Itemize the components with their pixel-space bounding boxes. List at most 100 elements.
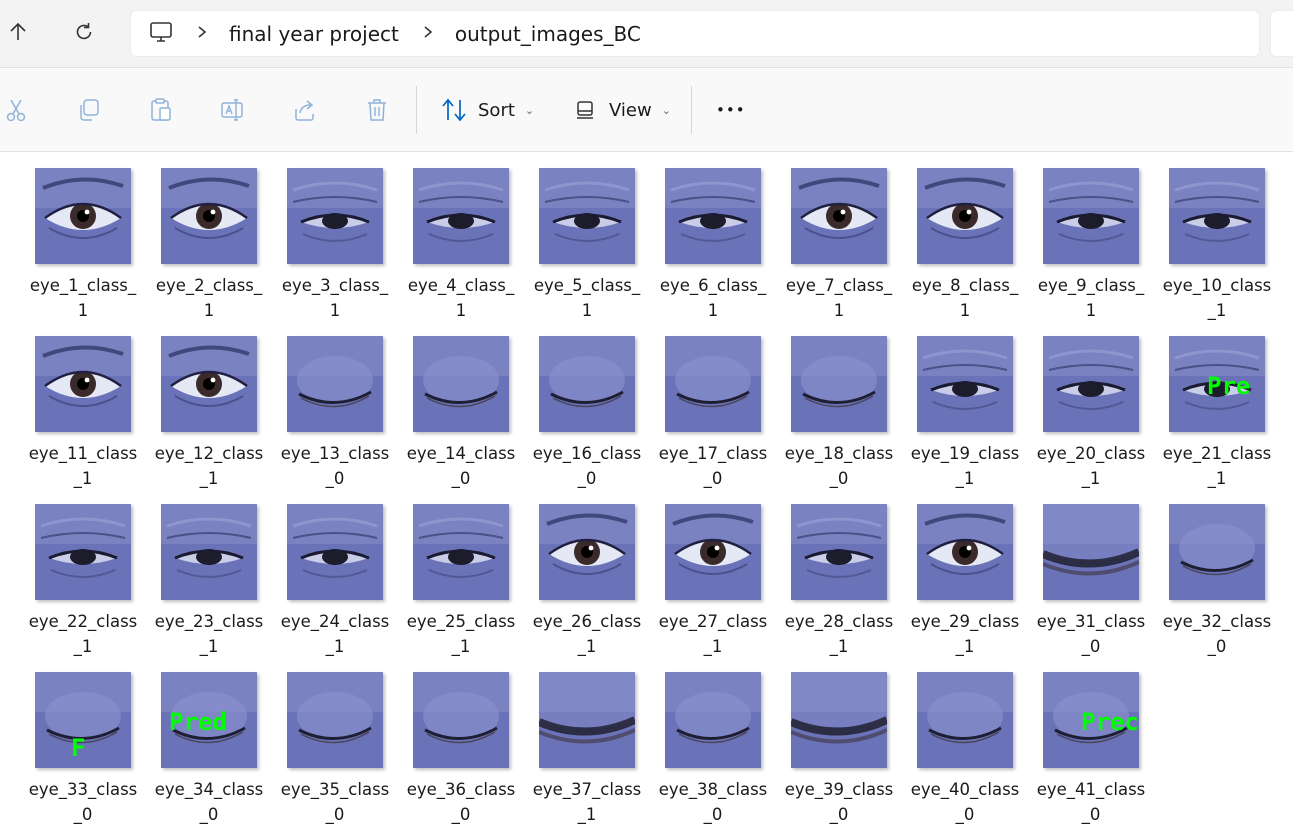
file-item[interactable]: eye_36_class _0 [404,657,530,825]
file-name[interactable]: eye_33_class _0 [26,777,140,827]
file-item[interactable]: eye_16_class _0 [530,321,656,489]
trash-icon[interactable] [361,94,393,126]
share-icon[interactable] [289,94,321,126]
file-name[interactable]: eye_5_class_ 1 [530,273,644,323]
file-thumbnail[interactable] [35,336,131,432]
file-item[interactable]: eye_31_class _0 [1034,489,1160,657]
file-item[interactable]: eye_10_class _1 [1160,153,1286,321]
view-icon[interactable] [570,94,602,126]
file-name[interactable]: eye_7_class_ 1 [782,273,896,323]
file-name[interactable]: eye_29_class _1 [908,609,1022,659]
file-thumbnail[interactable] [917,336,1013,432]
file-thumbnail[interactable] [161,168,257,264]
file-item[interactable]: eye_8_class_ 1 [908,153,1034,321]
breadcrumb-segment[interactable]: final year project [229,22,399,46]
file-item[interactable]: eye_38_class _0 [656,657,782,825]
more-options-icon[interactable]: ••• [716,98,746,122]
view-button[interactable]: View ⌄ [609,98,671,122]
file-item[interactable]: eye_26_class _1 [530,489,656,657]
file-thumbnail[interactable] [413,504,509,600]
file-thumbnail[interactable] [539,168,635,264]
arrow-up-icon[interactable] [0,14,36,50]
file-name[interactable]: eye_35_class _0 [278,777,392,827]
file-name[interactable]: eye_13_class _0 [278,441,392,491]
file-thumbnail[interactable] [791,672,887,768]
file-thumbnail[interactable] [665,168,761,264]
file-item[interactable]: eye_14_class _0 [404,321,530,489]
copy-icon[interactable] [73,94,105,126]
file-name[interactable]: eye_26_class _1 [530,609,644,659]
file-name[interactable]: eye_20_class _1 [1034,441,1148,491]
file-thumbnail[interactable] [1043,504,1139,600]
file-thumbnail[interactable] [35,168,131,264]
file-name[interactable]: eye_25_class _1 [404,609,518,659]
file-item[interactable]: eye_2_class_ 1 [152,153,278,321]
file-item[interactable]: eye_32_class _0 [1160,489,1286,657]
file-name[interactable]: eye_21_class _1 [1160,441,1274,491]
file-item[interactable]: eye_19_class _1 [908,321,1034,489]
file-thumbnail[interactable] [413,336,509,432]
file-name[interactable]: eye_11_class _1 [26,441,140,491]
file-thumbnail[interactable] [539,336,635,432]
file-name[interactable]: eye_4_class_ 1 [404,273,518,323]
file-item[interactable]: Feye_33_class _0 [26,657,152,825]
file-name[interactable]: eye_39_class _0 [782,777,896,827]
file-item[interactable]: eye_6_class_ 1 [656,153,782,321]
sort-icon[interactable] [438,94,470,126]
file-name[interactable]: eye_36_class _0 [404,777,518,827]
file-thumbnail[interactable] [287,504,383,600]
file-name[interactable]: eye_28_class _1 [782,609,896,659]
file-item[interactable]: eye_22_class _1 [26,489,152,657]
file-name[interactable]: eye_9_class_ 1 [1034,273,1148,323]
file-item[interactable]: Pred eye_34_class _0 [152,657,278,825]
file-thumbnail[interactable] [917,672,1013,768]
file-thumbnail[interactable] [287,672,383,768]
file-name[interactable]: eye_24_class _1 [278,609,392,659]
file-name[interactable]: eye_14_class _0 [404,441,518,491]
file-item[interactable]: eye_40_class _0 [908,657,1034,825]
file-thumbnail[interactable] [917,168,1013,264]
file-name[interactable]: eye_41_class _0 [1034,777,1148,827]
file-name[interactable]: eye_1_class_ 1 [26,273,140,323]
file-name[interactable]: eye_40_class _0 [908,777,1022,827]
file-name[interactable]: eye_19_class _1 [908,441,1022,491]
file-item[interactable]: eye_3_class_ 1 [278,153,404,321]
refresh-icon[interactable] [66,14,102,50]
file-name[interactable]: eye_32_class _0 [1160,609,1274,659]
file-name[interactable]: eye_31_class _0 [1034,609,1148,659]
file-item[interactable]: eye_39_class _0 [782,657,908,825]
file-thumbnail[interactable] [791,336,887,432]
file-thumbnail[interactable] [287,168,383,264]
file-thumbnail[interactable] [917,504,1013,600]
file-name[interactable]: eye_23_class _1 [152,609,266,659]
paste-icon[interactable] [145,94,177,126]
file-name[interactable]: eye_18_class _0 [782,441,896,491]
file-item[interactable]: eye_25_class _1 [404,489,530,657]
file-thumbnail[interactable]: Pred [161,672,257,768]
file-thumbnail[interactable] [665,672,761,768]
file-item[interactable]: eye_11_class _1 [26,321,152,489]
file-thumbnail[interactable]: Prec [1043,672,1139,768]
file-thumbnail[interactable] [161,336,257,432]
file-item[interactable]: eye_13_class _0 [278,321,404,489]
file-name[interactable]: eye_17_class _0 [656,441,770,491]
file-thumbnail[interactable]: Pre [1169,336,1265,432]
file-item[interactable]: eye_12_class _1 [152,321,278,489]
file-name[interactable]: eye_22_class _1 [26,609,140,659]
file-thumbnail[interactable] [413,672,509,768]
file-thumbnail[interactable] [1169,168,1265,264]
sort-button[interactable]: Sort ⌄ [478,98,534,122]
file-thumbnail[interactable] [539,672,635,768]
file-thumbnail[interactable] [161,504,257,600]
breadcrumb-segment[interactable]: output_images_BC [455,22,641,46]
file-item[interactable]: eye_24_class _1 [278,489,404,657]
file-thumbnail[interactable] [1043,168,1139,264]
file-item[interactable]: eye_18_class _0 [782,321,908,489]
file-item[interactable]: eye_20_class _1 [1034,321,1160,489]
file-item[interactable]: eye_4_class_ 1 [404,153,530,321]
file-name[interactable]: eye_8_class_ 1 [908,273,1022,323]
file-thumbnail[interactable]: F [35,672,131,768]
cut-icon[interactable] [0,94,32,126]
file-name[interactable]: eye_16_class _0 [530,441,644,491]
file-thumbnail[interactable] [1043,336,1139,432]
